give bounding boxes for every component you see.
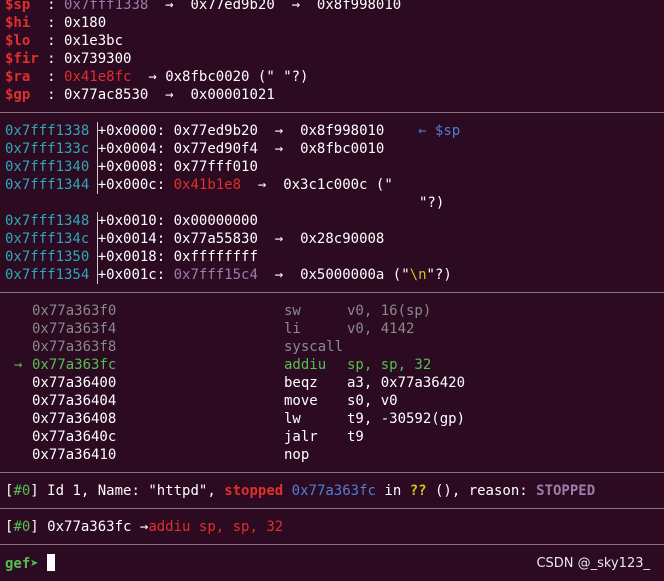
stack-row: 0x7fff1354 +0x001c: 0x7fff15c4 → 0x50000… [5, 267, 452, 283]
register-row: $ra : 0x41e8fc → 0x8fbc0020 (" "?) [5, 69, 309, 85]
stack-row: 0x7fff1340 +0x0008: 0x77fff010 [5, 159, 258, 175]
section-divider [0, 292, 664, 293]
register-row: $fir : 0x739300 [5, 51, 132, 67]
section-divider [0, 544, 664, 545]
register-row: $hi : 0x180 [5, 15, 107, 31]
section-divider [0, 508, 664, 509]
stop-reason: STOPPED [536, 483, 596, 499]
stack-row: 0x7fff1344 +0x000c: 0x41b1e8 → 0x3c1c000… [5, 177, 393, 193]
register-row: $sp : 0x7fff1338 → 0x77ed9b20 → 0x8f9980… [5, 0, 402, 13]
watermark: CSDN @_sky123_ [536, 556, 650, 571]
terminal-window[interactable]: $sp : 0x7fff1338 → 0x77ed9b20 → 0x8f9980… [0, 0, 664, 581]
stack-row: 0x7fff1338 +0x0000: 0x77ed9b20 → 0x8f998… [5, 123, 461, 139]
sp-marker: ← $sp [418, 123, 461, 139]
thread-status: stopped [224, 483, 284, 499]
trace-line: [#0] 0x77a363fc →addiu sp, sp, 32 [5, 519, 284, 535]
stack-row: 0x7fff1348 +0x0010: 0x00000000 [5, 213, 258, 229]
stack-row: 0x7fff133c +0x0004: 0x77ed90f4 → 0x8fbc0… [5, 141, 385, 157]
section-divider [0, 472, 664, 473]
thread-line: [#0] Id 1, Name: "httpd", stopped 0x77a3… [5, 483, 596, 499]
register-row: $gp : 0x77ac8530 → 0x00001021 [5, 87, 275, 103]
register-row: $lo : 0x1e3bc [5, 33, 124, 49]
text-cursor [47, 554, 56, 571]
stack-row: 0x7fff1350 +0x0018: 0xffffffff [5, 249, 258, 265]
current-instruction-arrow-icon: → [14, 357, 23, 373]
section-divider [0, 112, 664, 113]
gef-prompt[interactable]: gef➤ [5, 554, 56, 572]
stack-row: 0x7fff134c +0x0014: 0x77a55830 → 0x28c90… [5, 231, 385, 247]
stack-row-continuation: "?) [419, 195, 445, 211]
